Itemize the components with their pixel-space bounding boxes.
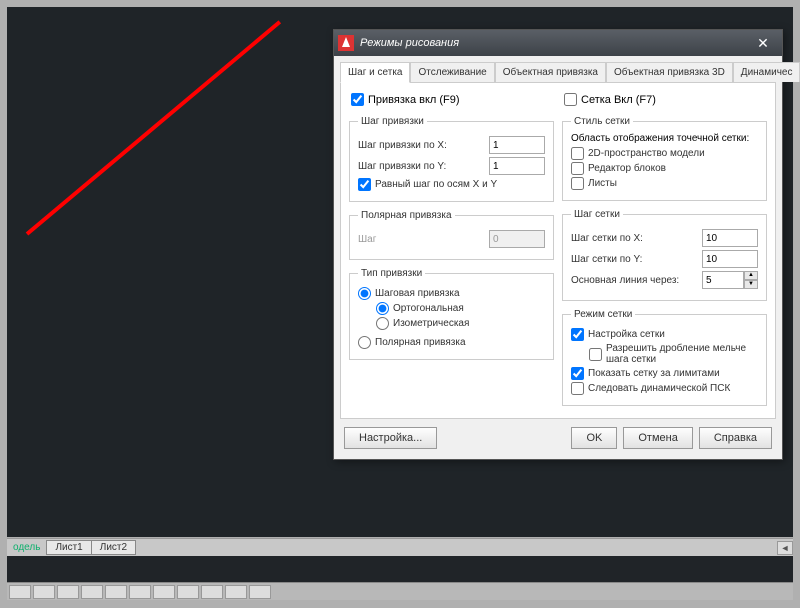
snap-x-label: Шаг привязки по X: bbox=[358, 140, 483, 151]
ok-button[interactable]: OK bbox=[571, 427, 617, 449]
tab-osnap[interactable]: Объектная привязка bbox=[495, 62, 606, 82]
iso-label: Изометрическая bbox=[393, 318, 469, 329]
cancel-button[interactable]: Отмена bbox=[623, 427, 692, 449]
major-line-label: Основная линия через: bbox=[571, 275, 696, 286]
snap-step-legend: Шаг привязки bbox=[358, 116, 427, 127]
status-bar bbox=[7, 582, 793, 600]
sheets-label: Листы bbox=[588, 178, 617, 189]
status-btn-4[interactable] bbox=[81, 585, 103, 599]
status-btn-11[interactable] bbox=[249, 585, 271, 599]
grid-style-legend: Стиль сетки bbox=[571, 116, 633, 127]
snap-type-legend: Тип привязки bbox=[358, 268, 425, 279]
status-btn-1[interactable] bbox=[9, 585, 31, 599]
drawn-line bbox=[26, 20, 281, 235]
dialog-buttons: Настройка... OK Отмена Справка bbox=[340, 419, 776, 453]
grid-on-label: Сетка Вкл (F7) bbox=[581, 94, 656, 106]
status-btn-3[interactable] bbox=[57, 585, 79, 599]
grid-x-input[interactable] bbox=[702, 229, 758, 247]
adaptive-label: Настройка сетки bbox=[588, 329, 665, 340]
blockedit-checkbox[interactable] bbox=[571, 162, 584, 175]
model-tab[interactable]: одель bbox=[7, 540, 46, 555]
spin-down[interactable]: ▼ bbox=[744, 280, 758, 289]
subdiv-label: Разрешить дробление мельче шага сетки bbox=[606, 343, 758, 365]
blockedit-label: Редактор блоков bbox=[588, 163, 666, 174]
tab-tracking[interactable]: Отслеживание bbox=[410, 62, 494, 82]
polar-snap-legend: Полярная привязка bbox=[358, 210, 455, 221]
dialog-tabs: Шаг и сетка Отслеживание Объектная привя… bbox=[340, 62, 776, 83]
polar-snap-radio[interactable] bbox=[358, 336, 371, 349]
step-snap-radio[interactable] bbox=[358, 287, 371, 300]
help-button[interactable]: Справка bbox=[699, 427, 772, 449]
status-btn-9[interactable] bbox=[201, 585, 223, 599]
grid-step-group: Шаг сетки Шаг сетки по X: Шаг сетки по Y… bbox=[562, 209, 767, 301]
status-btn-6[interactable] bbox=[129, 585, 151, 599]
sheet1-tab[interactable]: Лист1 bbox=[46, 540, 91, 555]
status-btn-10[interactable] bbox=[225, 585, 247, 599]
polar-step-label: Шаг bbox=[358, 234, 483, 245]
model2d-checkbox[interactable] bbox=[571, 147, 584, 160]
dialog-titlebar[interactable]: Режимы рисования ✕ bbox=[334, 30, 782, 56]
app-icon bbox=[338, 35, 354, 51]
ortho-radio[interactable] bbox=[376, 302, 389, 315]
ortho-label: Ортогональная bbox=[393, 303, 464, 314]
snap-step-group: Шаг привязки Шаг привязки по X: Шаг прив… bbox=[349, 116, 554, 202]
tabs-scroll-left[interactable]: ◄ bbox=[777, 541, 793, 555]
close-button[interactable]: ✕ bbox=[748, 34, 778, 52]
grid-mode-group: Режим сетки Настройка сетки Разрешить др… bbox=[562, 309, 767, 406]
tab-snap-grid[interactable]: Шаг и сетка bbox=[340, 62, 410, 83]
grid-step-legend: Шаг сетки bbox=[571, 209, 623, 220]
snap-on-label: Привязка вкл (F9) bbox=[368, 94, 460, 106]
status-btn-2[interactable] bbox=[33, 585, 55, 599]
dynucs-checkbox[interactable] bbox=[571, 382, 584, 395]
subdiv-checkbox[interactable] bbox=[589, 348, 602, 361]
sheets-checkbox[interactable] bbox=[571, 177, 584, 190]
layout-tabs: одель Лист1 Лист2 ◄ bbox=[7, 538, 793, 556]
status-btn-5[interactable] bbox=[105, 585, 127, 599]
equal-xy-label: Равный шаг по осям X и Y bbox=[375, 179, 497, 190]
snap-type-group: Тип привязки Шаговая привязка Ортогональ… bbox=[349, 268, 554, 360]
model2d-label: 2D-пространство модели bbox=[588, 148, 705, 159]
grid-x-label: Шаг сетки по X: bbox=[571, 233, 696, 244]
dialog-title: Режимы рисования bbox=[360, 37, 459, 49]
polar-snap-group: Полярная привязка Шаг bbox=[349, 210, 554, 260]
polar-snap-label: Полярная привязка bbox=[375, 337, 466, 348]
limits-checkbox[interactable] bbox=[571, 367, 584, 380]
major-line-spinner[interactable]: ▲▼ bbox=[702, 271, 758, 289]
spin-up[interactable]: ▲ bbox=[744, 271, 758, 280]
sheet2-tab[interactable]: Лист2 bbox=[91, 540, 136, 555]
iso-radio[interactable] bbox=[376, 317, 389, 330]
equal-xy-checkbox[interactable] bbox=[358, 178, 371, 191]
tab-osnap-3d[interactable]: Объектная привязка 3D bbox=[606, 62, 733, 82]
major-line-input[interactable] bbox=[702, 271, 744, 289]
status-btn-7[interactable] bbox=[153, 585, 175, 599]
polar-step-input bbox=[489, 230, 545, 248]
snap-on-checkbox[interactable] bbox=[351, 93, 364, 106]
grid-y-label: Шаг сетки по Y: bbox=[571, 254, 696, 265]
command-area[interactable] bbox=[7, 556, 793, 582]
grid-style-group: Стиль сетки Область отображения точечной… bbox=[562, 116, 767, 201]
snap-y-input[interactable] bbox=[489, 157, 545, 175]
limits-label: Показать сетку за лимитами bbox=[588, 368, 720, 379]
snap-x-input[interactable] bbox=[489, 136, 545, 154]
adaptive-checkbox[interactable] bbox=[571, 328, 584, 341]
grid-y-input[interactable] bbox=[702, 250, 758, 268]
grid-mode-legend: Режим сетки bbox=[571, 309, 635, 320]
grid-area-label: Область отображения точечной сетки: bbox=[571, 133, 758, 144]
status-btn-8[interactable] bbox=[177, 585, 199, 599]
options-button[interactable]: Настройка... bbox=[344, 427, 437, 449]
drafting-settings-dialog: Режимы рисования ✕ Шаг и сетка Отслежива… bbox=[333, 29, 783, 460]
tab-dynamic[interactable]: Динамичес bbox=[733, 62, 800, 82]
grid-on-checkbox[interactable] bbox=[564, 93, 577, 106]
snap-y-label: Шаг привязки по Y: bbox=[358, 161, 483, 172]
step-snap-label: Шаговая привязка bbox=[375, 288, 460, 299]
dynucs-label: Следовать динамической ПСК bbox=[588, 383, 730, 394]
